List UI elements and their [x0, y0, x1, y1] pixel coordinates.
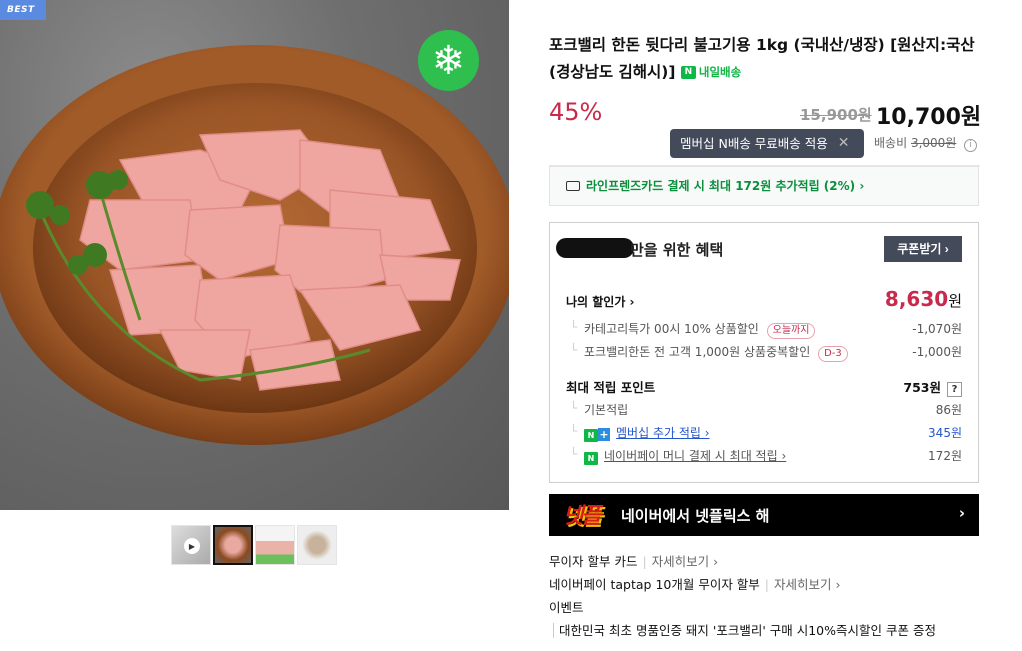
discount-rate: 45%	[549, 98, 603, 126]
max-points-row: 최대 적립 포인트 753원?	[566, 377, 962, 397]
best-badge: BEST	[0, 0, 46, 20]
event-description[interactable]: 대한민국 최초 명품인증 돼지 '포크밸리' 구매 시10%즉시할인 쿠폰 증정	[553, 623, 936, 638]
main-product-photo[interactable]: BEST ❄	[0, 0, 509, 510]
points-value: 753원	[903, 380, 941, 395]
membership-shipping-tooltip: 멤버십 N배송 무료배송 적용 ✕	[670, 129, 864, 158]
my-price-label: 나의 할인가 ›	[566, 295, 635, 309]
discount-row: └ 카테고리특가 00시 10% 상품할인 오늘까지 -1,070원	[566, 320, 962, 339]
tooltip-text: 멤버십 N배송 무료배송 적용	[680, 136, 828, 151]
points-row-label: 기본적립	[584, 403, 629, 417]
product-title: 포크밸리 한돈 뒷다리 불고기용 1kg (국내산/냉장) [원산지:국산(경상…	[549, 32, 989, 86]
event-description-row: 대한민국 최초 명품인증 돼지 '포크밸리' 구매 시10%즉시할인 쿠폰 증정	[549, 619, 936, 642]
bowl-thumbnail[interactable]	[297, 525, 337, 565]
shipping-fee: 배송비 3,000원 i	[874, 134, 978, 152]
thumbnail-strip: ▶	[171, 525, 337, 565]
delivery-label: 내일배송	[698, 65, 742, 79]
netflix-logo: 넷플	[563, 504, 602, 529]
taptap-row: 네이버페이 taptap 10개월 무이자 할부 | 자세히보기 ›	[549, 577, 841, 592]
taptap-more-link[interactable]: 자세히보기 ›	[774, 577, 840, 592]
discount-label: 카테고리특가 00시 10% 상품할인	[584, 322, 759, 336]
chevron-right-icon: ›	[958, 504, 965, 522]
discount-amount: -1,070원	[912, 322, 962, 336]
shipping-label: 배송비	[874, 136, 908, 150]
snowflake-icon: ❄	[418, 30, 479, 91]
play-icon: ▶	[184, 538, 200, 554]
sale-price: 10,700원	[876, 105, 982, 130]
points-row: └ N + 멤버십 추가 적립 › 345원	[570, 424, 962, 442]
taptap-label: 네이버페이 taptap 10개월 무이자 할부	[549, 577, 760, 592]
naver-n-icon: N	[680, 66, 696, 79]
plus-icon: +	[598, 428, 610, 441]
get-coupon-button[interactable]: 쿠폰받기 ›	[884, 236, 962, 262]
benefit-heading: 만을 위한 혜택	[630, 241, 724, 259]
event-label: 이벤트	[549, 600, 584, 615]
product-title-text: 포크밸리 한돈 뒷다리 불고기용 1kg (국내산/냉장) [원산지:국산(경상…	[549, 36, 975, 81]
naver-n-icon: N	[584, 429, 598, 442]
plate-thumbnail[interactable]	[213, 525, 253, 565]
points-row: └ N 네이버페이 머니 결제 시 최대 적립 › 172원	[570, 447, 962, 465]
points-row-amount: 86원	[935, 403, 962, 417]
installment-more-link[interactable]: 자세히보기 ›	[652, 554, 718, 569]
my-price-unit: 원	[948, 292, 962, 310]
points-row: └ 기본적립 86원	[570, 401, 962, 417]
close-icon[interactable]: ✕	[838, 129, 850, 158]
credit-card-icon	[566, 181, 580, 191]
help-icon[interactable]: ?	[947, 382, 962, 397]
card-promotion-text: 라인프렌즈카드 결제 시 최대 172원 추가적립 (2%) ›	[586, 179, 865, 193]
naver-pay-icon: N	[584, 452, 598, 465]
discount-row: └ 포크밸리한돈 전 고객 1,000원 상품중복할인 D-3 -1,000원	[566, 343, 962, 362]
extra-benefits-list: 무이자 할부 카드 | 자세히보기 › 네이버페이 taptap 10개월 무이자 …	[549, 550, 936, 642]
discount-amount: -1,000원	[912, 345, 962, 359]
card-promotion-banner[interactable]: 라인프렌즈카드 결제 시 최대 172원 추가적립 (2%) ›	[549, 166, 979, 206]
discount-period-badge: 오늘까지	[766, 323, 816, 339]
video-thumbnail[interactable]: ▶	[171, 525, 211, 565]
discount-label: 포크밸리한돈 전 고객 1,000원 상품중복할인	[584, 345, 811, 359]
package-thumbnail[interactable]	[255, 525, 295, 565]
points-label: 최대 적립 포인트	[566, 380, 656, 395]
points-row-amount: 172원	[928, 449, 962, 463]
event-row: 이벤트	[549, 596, 936, 619]
member-benefit-box: 만을 위한 혜택 쿠폰받기 › 나의 할인가 › 8,630원 └ 카테고리특가…	[549, 222, 979, 483]
membership-points-link[interactable]: 멤버십 추가 적립 ›	[616, 426, 710, 440]
naverpay-points-link[interactable]: 네이버페이 머니 결제 시 최대 적립 ›	[604, 449, 786, 463]
info-icon[interactable]: i	[964, 139, 978, 152]
tomorrow-delivery-tag: N 내일배송	[680, 59, 742, 86]
redacted-username	[556, 238, 634, 258]
installment-row: 무이자 할부 카드 | 자세히보기 ›	[549, 554, 719, 569]
discount-period-badge: D-3	[818, 346, 848, 362]
my-discount-price-row[interactable]: 나의 할인가 › 8,630원	[566, 287, 962, 311]
netflix-banner-text: 네이버에서 넷플릭스 해	[621, 507, 770, 525]
original-price: 15,900원	[800, 106, 872, 124]
product-gallery: BEST ❄ ▶	[0, 0, 510, 651]
shipping-fee-value: 3,000원	[910, 136, 957, 150]
installment-label: 무이자 할부 카드	[549, 554, 638, 569]
points-row-amount: 345원	[928, 426, 962, 440]
netflix-promo-banner[interactable]: 넷플 네이버에서 넷플릭스 해 ›	[549, 494, 979, 536]
my-price-value: 8,630	[884, 287, 949, 311]
